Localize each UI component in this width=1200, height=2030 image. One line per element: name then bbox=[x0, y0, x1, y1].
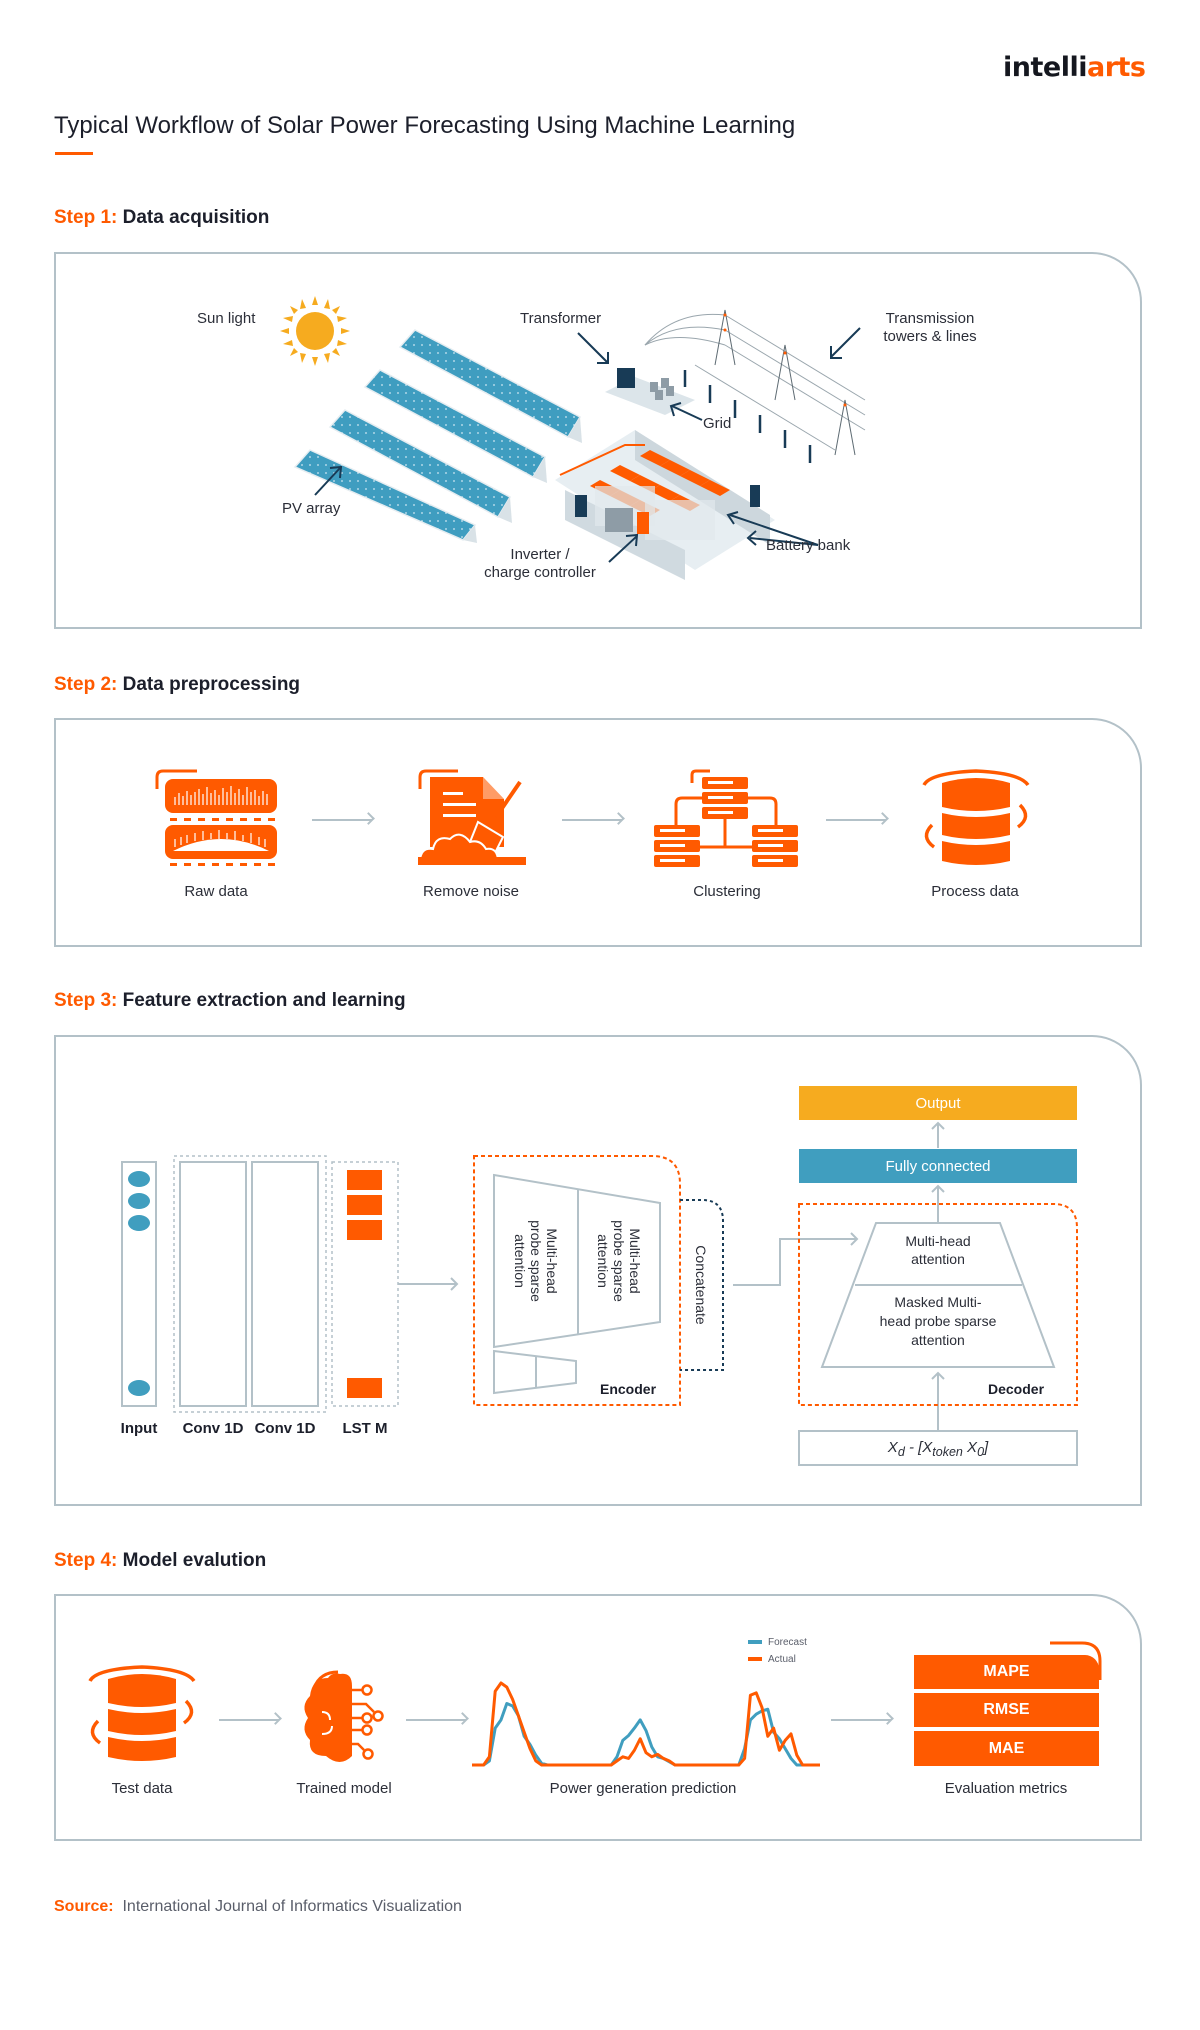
chart-legend: Forecast Actual bbox=[748, 1637, 807, 1665]
arrow-right-icon bbox=[831, 1719, 891, 1721]
source-citation: Source: International Journal of Informa… bbox=[54, 1898, 462, 1916]
step-4-item-label: Power generation prediction bbox=[549, 1780, 737, 1797]
source-key: Source: bbox=[54, 1898, 114, 1915]
metric-rmse: RMSE bbox=[914, 1693, 1099, 1727]
legend-label-actual: Actual bbox=[768, 1654, 796, 1665]
legend-swatch-actual bbox=[748, 1657, 762, 1661]
metric-mape: MAPE bbox=[914, 1655, 1099, 1689]
legend-label-forecast: Forecast bbox=[768, 1637, 807, 1648]
metric-mae: MAE bbox=[914, 1731, 1099, 1766]
chart-series bbox=[472, 1681, 820, 1767]
step-4-item-label: Evaluation metrics bbox=[944, 1780, 1068, 1797]
source-value: International Journal of Informatics Vis… bbox=[122, 1898, 462, 1915]
legend-swatch-forecast bbox=[748, 1640, 762, 1644]
series-line-actual bbox=[472, 1681, 820, 1767]
